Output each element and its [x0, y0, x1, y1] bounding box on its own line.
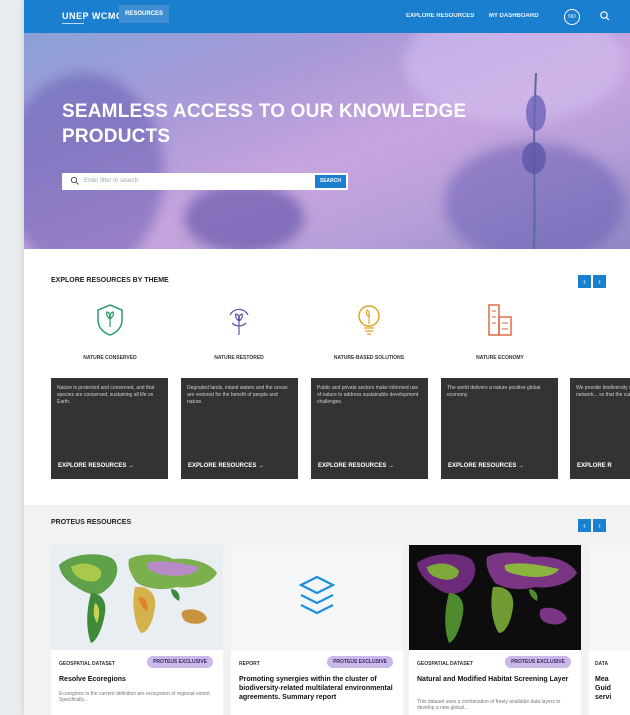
- nav-link-my-dashboard[interactable]: MY DASHBOARD: [489, 13, 539, 19]
- theme-card-description: Public and private sectors make informed…: [317, 385, 419, 405]
- resource-thumbnail-ecoregions-map: [51, 545, 223, 650]
- site-logo[interactable]: UNEP WCMC: [62, 11, 123, 24]
- theme-card-nature-conserved[interactable]: Nature is protected and conserved, and t…: [51, 378, 168, 479]
- theme-card-nature-based-solutions[interactable]: Public and private sectors make informed…: [311, 378, 428, 479]
- explore-resources-link[interactable]: EXPLORE RESOURCES →: [448, 463, 524, 469]
- sprout-restore-icon: [229, 308, 249, 335]
- explore-resources-link[interactable]: EXPLORE RESOURCES →: [188, 463, 264, 469]
- next-arrow-button[interactable]: ›: [593, 519, 606, 532]
- resource-description: This dataset uses a combination of freel…: [417, 699, 561, 711]
- browser-page: UNEP WCMC RESOURCES EXPLORE RESOURCES MY…: [24, 0, 630, 715]
- nav-link-explore-resources[interactable]: EXPLORE RESOURCES: [406, 13, 474, 19]
- hero-title: SEAMLESS ACCESS TO OUR KNOWLEDGE PRODUCT…: [62, 101, 467, 147]
- resource-card[interactable]: GEOSPATIAL DATASET PROTEUS EXCLUSIVE Nat…: [409, 545, 581, 715]
- resource-card[interactable]: GEOSPATIAL DATASET PROTEUS EXCLUSIVE Res…: [51, 545, 223, 715]
- next-arrow-button[interactable]: ›: [593, 275, 606, 288]
- building-blocks-icon: [488, 304, 512, 336]
- explore-resources-link[interactable]: EXPLORE RESOURCES →: [58, 463, 134, 469]
- theme-card-partial[interactable]: We provide biodiversity services and rel…: [570, 378, 630, 479]
- lightbulb-leaf-icon: [358, 305, 380, 335]
- hero-banner: SEAMLESS ACCESS TO OUR KNOWLEDGE PRODUCT…: [24, 33, 630, 249]
- proteus-exclusive-badge: PROTEUS EXCLUSIVE: [505, 656, 571, 668]
- search-button[interactable]: SEARCH: [314, 175, 346, 188]
- theme-card-description: We provide biodiversity services and rel…: [576, 385, 630, 398]
- resource-thumbnail-habitat-map: [409, 545, 581, 650]
- layers-icon: [299, 575, 335, 615]
- search-icon: [70, 176, 79, 185]
- search-input[interactable]: Enter filter or search: [84, 178, 138, 184]
- hero-lavender-stem: [522, 73, 546, 249]
- world-map-thumbnail: [409, 545, 581, 650]
- proteus-section-title: PROTEUS RESOURCES: [51, 519, 132, 526]
- theme-card-description: Nature is protected and conserved, and t…: [57, 385, 155, 405]
- resource-card[interactable]: REPORT PROTEUS EXCLUSIVE Promoting syner…: [231, 545, 403, 715]
- nav-tab-resources[interactable]: RESOURCES: [119, 5, 170, 23]
- theme-card-nature-restored[interactable]: Degraded lands, inland waters and the oc…: [181, 378, 298, 479]
- theme-card-description: Degraded lands, inland waters and the oc…: [187, 385, 288, 405]
- hero-search-bar[interactable]: Enter filter or search SEARCH: [62, 173, 348, 190]
- resource-type-label: GEOSPATIAL DATASET: [59, 661, 115, 667]
- theme-card-description: The world delivers a nature positive glo…: [447, 385, 541, 398]
- resource-description: Ecoregions in the current definition are…: [59, 691, 212, 703]
- prev-arrow-button[interactable]: ‹: [578, 519, 591, 532]
- shield-leaf-icon: [97, 304, 123, 336]
- logo-text: UNEP WCMC: [62, 11, 123, 21]
- resource-card-partial[interactable]: DATA Mea Guid servi: [589, 545, 630, 715]
- resource-type-label: REPORT: [239, 661, 260, 667]
- proteus-exclusive-badge: PROTEUS EXCLUSIVE: [147, 656, 213, 668]
- proteus-carousel-arrows: ‹ ›: [578, 519, 606, 532]
- explore-resources-link[interactable]: EXPLORE R: [577, 463, 612, 469]
- theme-label-nature-based-solutions[interactable]: NATURE-BASED SOLUTIONS: [309, 355, 429, 361]
- theme-label-nature-economy[interactable]: NATURE ECONOMY: [440, 355, 560, 361]
- resource-type-label: GEOSPATIAL DATASET: [417, 661, 473, 667]
- resource-thumbnail: [589, 545, 630, 650]
- resource-title[interactable]: Promoting synergies within the cluster o…: [239, 675, 395, 702]
- prev-arrow-button[interactable]: ‹: [578, 275, 591, 288]
- themes-carousel-arrows: ‹ ›: [578, 275, 606, 288]
- resource-title[interactable]: Mea Guid servi: [595, 675, 615, 702]
- search-icon[interactable]: [599, 10, 611, 22]
- world-map-thumbnail: [51, 545, 223, 650]
- theme-label-nature-restored[interactable]: NATURE RESTORED: [179, 355, 299, 361]
- resource-title[interactable]: Natural and Modified Habitat Screening L…: [417, 675, 573, 684]
- proteus-exclusive-badge: PROTEUS EXCLUSIVE: [327, 656, 393, 668]
- themes-section-title: EXPLORE RESOURCES BY THEME: [51, 277, 169, 284]
- logo-underline: [62, 23, 84, 24]
- user-avatar[interactable]: NO: [564, 9, 580, 25]
- explore-resources-link[interactable]: EXPLORE RESOURCES →: [318, 463, 394, 469]
- theme-card-nature-economy[interactable]: The world delivers a nature positive glo…: [441, 378, 558, 479]
- resource-thumbnail-report: [231, 545, 403, 650]
- resource-type-label: DATA: [595, 661, 609, 667]
- resource-title[interactable]: Resolve Ecoregions: [59, 675, 215, 684]
- top-nav-bar: UNEP WCMC RESOURCES EXPLORE RESOURCES MY…: [24, 0, 630, 33]
- theme-label-nature-conserved[interactable]: NATURE CONSERVED: [50, 355, 170, 361]
- hero-flower-blur: [184, 183, 304, 249]
